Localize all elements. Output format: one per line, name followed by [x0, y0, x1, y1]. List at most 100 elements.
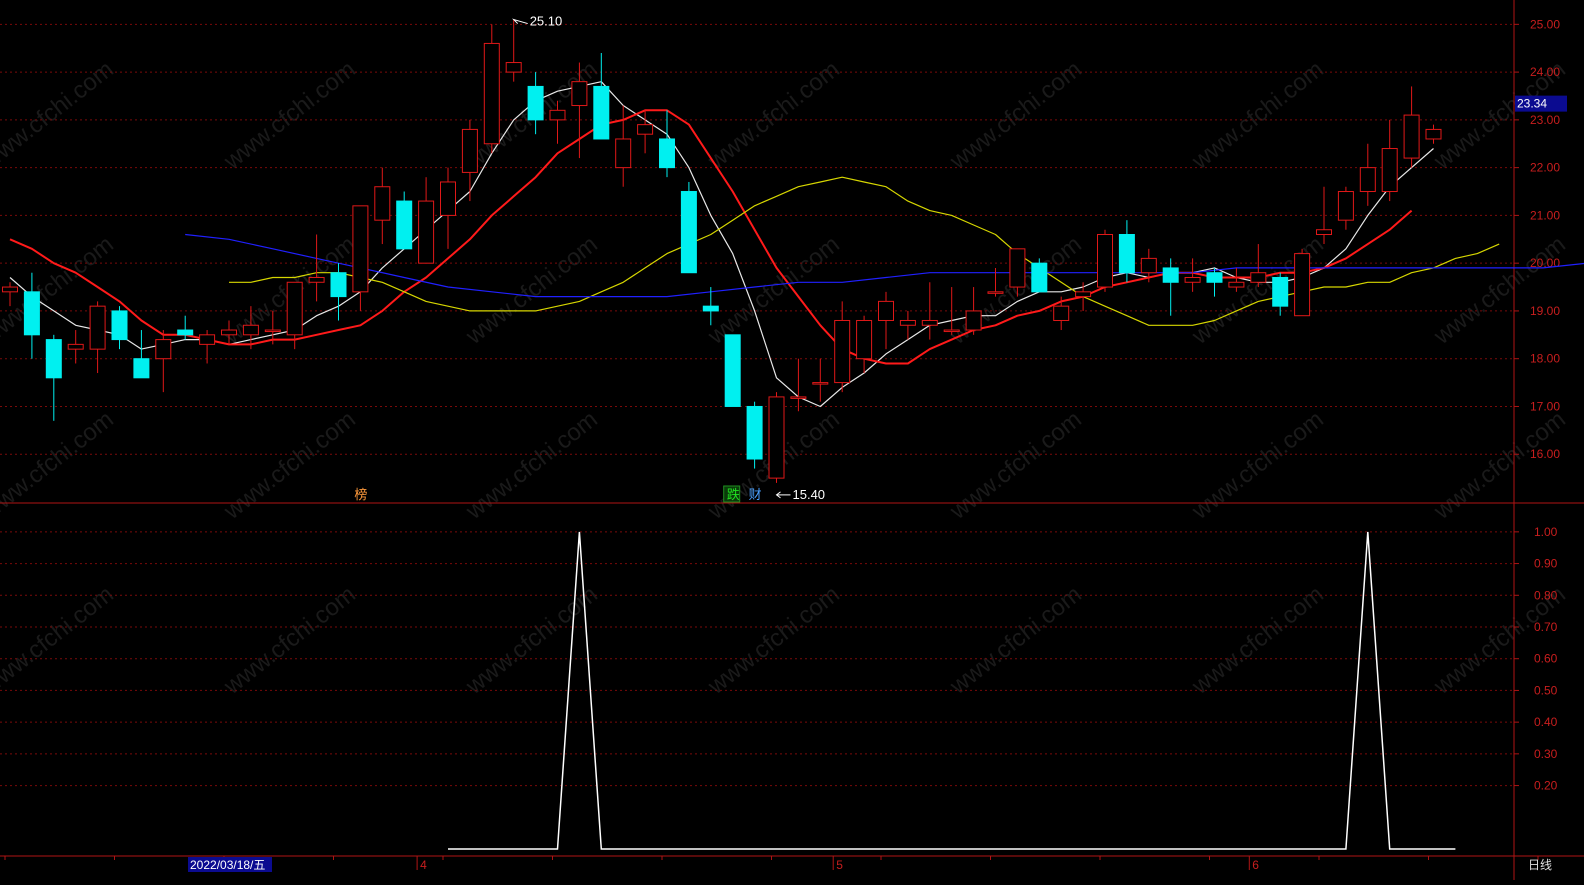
indicator-tick-label: 0.90: [1534, 557, 1558, 571]
period-label[interactable]: 日线: [1528, 858, 1552, 872]
candlestick[interactable]: [680, 181, 697, 274]
candle-body-up: [1316, 229, 1332, 236]
candle-body-up: [899, 319, 916, 326]
candle-body-down: [527, 85, 544, 121]
price-tick-label: 21.00: [1530, 208, 1560, 222]
candle-body-up: [549, 109, 566, 121]
candle-body-down: [746, 405, 763, 460]
candle-body-up: [505, 62, 522, 73]
indicator-tick-label: 1.00: [1534, 525, 1558, 539]
candle-body-up: [352, 205, 369, 293]
event-marker: 榜: [354, 487, 367, 502]
candle-body-up: [987, 291, 1004, 294]
candle-body-up: [1053, 305, 1070, 321]
price-tick-label: 22.00: [1530, 161, 1560, 175]
indicator-tick-label: 0.40: [1534, 715, 1558, 729]
candle-body-up: [286, 281, 303, 336]
candle-body-up: [921, 319, 938, 326]
candle-body-up: [965, 310, 982, 331]
candle-body-up: [571, 81, 588, 107]
candle-body-up: [1009, 248, 1026, 288]
candle-body-down: [1118, 234, 1135, 274]
candle-body-up: [440, 181, 456, 216]
candle-body-down: [659, 138, 675, 169]
price-tick-label: 24.00: [1530, 65, 1560, 79]
candle-body-down: [1031, 262, 1048, 293]
candle-body-up: [264, 329, 281, 333]
candlestick[interactable]: [483, 24, 500, 154]
candle-body-down: [396, 200, 413, 250]
candle-body-up: [1228, 281, 1245, 288]
candle-body-up: [768, 396, 785, 479]
candlestick[interactable]: [1097, 229, 1113, 292]
candlestick[interactable]: [1031, 258, 1048, 293]
indicator-tick-label: 0.60: [1534, 652, 1558, 666]
candle-body-up: [461, 128, 478, 173]
candle-body-up: [834, 319, 851, 384]
indicator-tick-label: 0.80: [1534, 588, 1558, 602]
candle-body-up: [615, 138, 632, 169]
candle-body-up: [2, 286, 18, 293]
candle-body-down: [1272, 276, 1289, 307]
candlestick[interactable]: [746, 401, 763, 469]
date-tick-label: 5: [836, 858, 843, 872]
candle-body-down: [111, 310, 128, 341]
candle-body-down: [23, 291, 40, 336]
candle-body-up: [1403, 114, 1420, 159]
candle-body-down: [133, 358, 150, 379]
stock-chart-window: www.cfchi.com www.cfchi.com www.cfchi.com w…: [0, 0, 1584, 880]
date-cursor-value: 2022/03/18/五: [190, 858, 265, 872]
candle-body-up: [1381, 148, 1398, 193]
event-marker: 跌: [727, 487, 740, 502]
candle-body-down: [593, 85, 610, 140]
low-price-label: 15.40: [793, 487, 826, 502]
candle-body-up: [1294, 253, 1311, 317]
candle-body-up: [1075, 291, 1092, 298]
candle-body-down: [177, 329, 194, 336]
candle-body-up: [483, 42, 500, 145]
candle-body-up: [308, 276, 325, 283]
candle-body-down: [330, 272, 347, 298]
candle-body-up: [67, 343, 84, 350]
candle-body-up: [856, 319, 873, 360]
event-marker: 财: [749, 487, 762, 502]
candlestick[interactable]: [724, 334, 741, 407]
candle-body-up: [943, 329, 960, 333]
candlestick[interactable]: [1294, 248, 1311, 317]
candle-body-up: [221, 329, 237, 336]
candle-body-up: [418, 200, 435, 264]
candle-body-down: [1162, 267, 1179, 283]
candle-body-up: [1425, 128, 1442, 140]
candle-body-down: [702, 305, 719, 312]
candle-body-up: [637, 124, 654, 135]
candle-body-up: [155, 339, 172, 360]
candle-body-down: [45, 339, 62, 379]
candle-body-up: [1337, 191, 1354, 221]
candle-body-up: [790, 396, 807, 399]
indicator-tick-label: 0.30: [1534, 747, 1558, 761]
candle-body-up: [1140, 257, 1157, 274]
candle-body-up: [1359, 167, 1376, 193]
indicator-tick-label: 0.70: [1534, 620, 1558, 634]
candle-body-up: [878, 300, 894, 321]
indicator-tick-label: 0.50: [1534, 683, 1558, 697]
chart-canvas[interactable]: www.cfchi.com www.cfchi.com www.cfchi.com w…: [0, 0, 1584, 880]
high-price-label: 25.10: [530, 14, 563, 29]
indicator-tick-label: 0.20: [1534, 779, 1558, 793]
candle-body-up: [1097, 234, 1113, 288]
date-tick-label: 4: [420, 858, 427, 872]
candle-body-up: [199, 334, 216, 345]
candle-body-up: [374, 186, 391, 221]
candle-body-down: [680, 191, 697, 274]
candle-body-up: [242, 324, 259, 336]
price-tick-label: 25.00: [1530, 17, 1560, 31]
candle-body-down: [724, 334, 741, 407]
candle-body-up: [1184, 276, 1201, 283]
date-tick-label: 6: [1252, 858, 1259, 872]
candle-body-up: [89, 305, 106, 350]
candle-body-down: [1206, 272, 1223, 283]
candlestick[interactable]: [768, 392, 785, 483]
current-price-value: 23.34: [1517, 97, 1547, 111]
candle-body-up: [812, 382, 829, 385]
price-tick-label: 19.00: [1530, 304, 1560, 318]
